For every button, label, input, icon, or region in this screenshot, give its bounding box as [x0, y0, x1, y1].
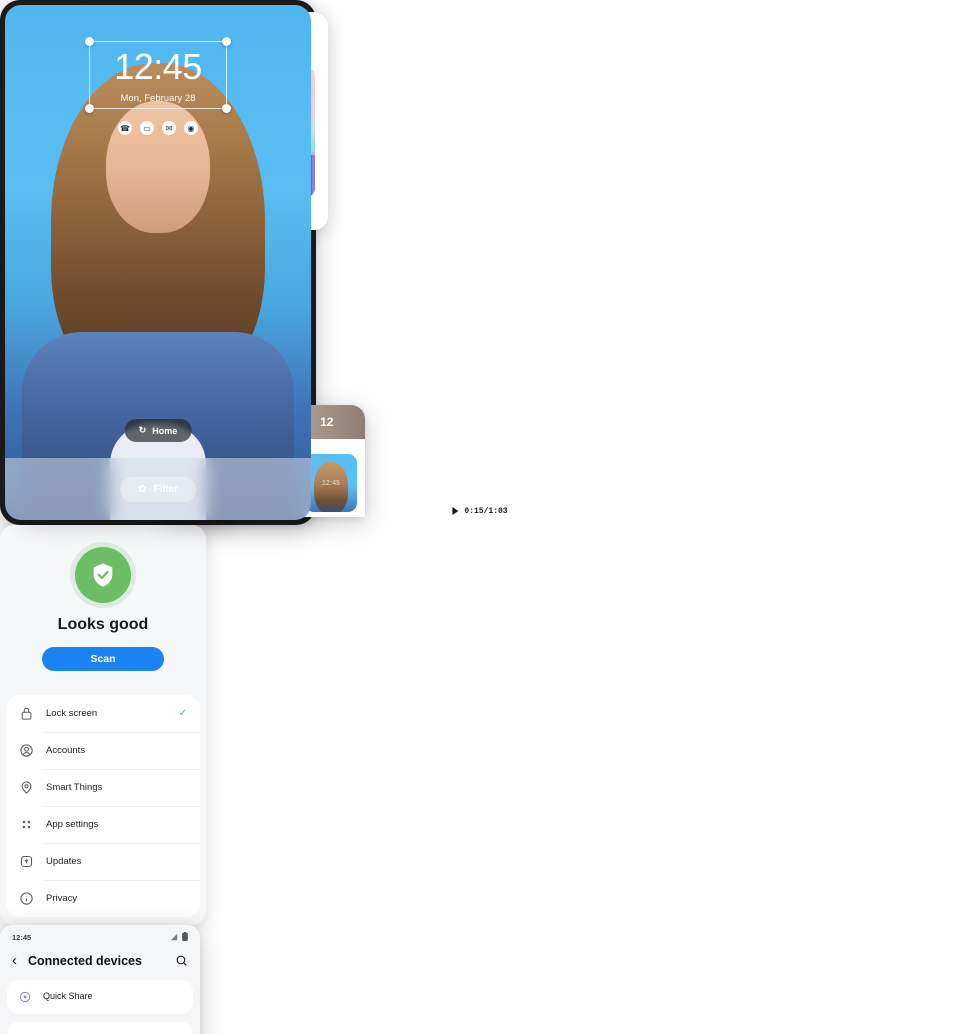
- status-bar-icons: [170, 932, 188, 943]
- signal-icon: [170, 933, 178, 943]
- settings-row-label: Accounts: [46, 745, 86, 756]
- settings-row-updates[interactable]: Updates: [6, 843, 200, 880]
- security-status-hero: Looks good Scan: [0, 525, 206, 689]
- lockscreen-date: Mon, February 28: [120, 93, 196, 104]
- settings-row-smart-things[interactable]: Smart Things: [6, 769, 200, 806]
- row-auto-switch-buds[interactable]: Auto switch Buds: [7, 1022, 193, 1034]
- location-icon: [19, 780, 34, 795]
- row-label: Quick Share: [43, 991, 93, 1002]
- settings-row-label: Lock screen: [46, 708, 98, 719]
- settings-row-label: Updates: [46, 856, 82, 867]
- clock-style-5[interactable]: 12: [320, 415, 333, 429]
- status-bar-time: 12:45: [12, 933, 32, 942]
- check-icon: ✓: [178, 708, 187, 719]
- composite-stage: Featured ✓ 1 item: [0, 0, 960, 1034]
- clock-selection-box[interactable]: 12:45 Mon, February 28: [85, 37, 231, 113]
- row-quick-share[interactable]: Quick Share: [7, 980, 193, 1014]
- privacy-icon: [19, 891, 34, 906]
- lockscreen-notification-icons: ☎ ▭ ✉ ◉: [89, 121, 227, 135]
- main-phone-device: 12:45 Mon, February 28 ☎ ▭ ✉ ◉ ↻ Home ✿ …: [0, 0, 316, 525]
- filter-label: Filter: [153, 483, 178, 495]
- settings-row-label: Privacy: [46, 893, 78, 904]
- settings-row-app-settings[interactable]: App settings: [6, 806, 200, 843]
- battery-icon: [182, 932, 188, 943]
- lock-icon: [19, 706, 34, 721]
- settings-row-label: Smart Things: [46, 782, 103, 793]
- resize-handle-top-right[interactable]: [222, 37, 231, 46]
- refresh-icon: ↻: [138, 425, 147, 435]
- status-bar: 12:45: [0, 925, 200, 945]
- search-icon[interactable]: [175, 954, 188, 967]
- settings-row-privacy[interactable]: Privacy: [6, 880, 200, 917]
- security-status-title: Looks good: [57, 616, 149, 633]
- account-icon: [19, 743, 34, 758]
- home-pill-label: Home: [152, 425, 178, 436]
- connected-group-devices: Auto switch Buds Call & text on other de…: [7, 1022, 193, 1034]
- security-section-label: Security: [0, 917, 206, 925]
- filter-toolbar: ✿ Filter: [5, 458, 311, 520]
- lockscreen-time: 12:45: [114, 46, 202, 87]
- settings-row-accounts[interactable]: Accounts: [6, 732, 200, 769]
- resize-handle-top-left[interactable]: [85, 37, 94, 46]
- buds-icon: [18, 1032, 32, 1034]
- preview-label: 12:45: [322, 479, 340, 487]
- security-settings-list: Lock screen ✓ Accounts Smart Things App …: [6, 695, 200, 917]
- clock-preview-faint[interactable]: 12:45: [305, 454, 357, 512]
- home-toggle-pill[interactable]: ↻ Home: [124, 419, 192, 442]
- connected-devices-panel: 12:45 ‹ Connected devices Quick Share Au…: [0, 925, 200, 1034]
- resize-handle-bottom-right[interactable]: [222, 104, 231, 113]
- connected-group-quick-share: Quick Share: [7, 980, 193, 1014]
- connected-devices-title: Connected devices: [28, 953, 142, 968]
- filter-icon: ✿: [138, 483, 147, 495]
- settings-row-lock-screen[interactable]: Lock screen ✓: [6, 695, 200, 732]
- resize-handle-bottom-left[interactable]: [85, 104, 94, 113]
- message-icon[interactable]: ▭: [140, 121, 154, 135]
- phone-lockscreen: 12:45 Mon, February 28 ☎ ▭ ✉ ◉ ↻ Home ✿ …: [5, 5, 311, 520]
- row-label: Auto switch Buds: [43, 1033, 112, 1034]
- phone-icon[interactable]: ☎: [118, 121, 132, 135]
- shield-check-icon: [75, 547, 131, 603]
- quick-share-icon: [18, 990, 32, 1004]
- settings-row-label: App settings: [46, 819, 99, 830]
- update-icon: [19, 854, 34, 869]
- clock-widget[interactable]: 12:45 Mon, February 28 ☎ ▭ ✉ ◉: [85, 37, 231, 135]
- back-icon[interactable]: ‹: [12, 953, 17, 968]
- mail-icon[interactable]: ✉: [162, 121, 176, 135]
- scan-button[interactable]: Scan: [42, 647, 164, 671]
- app-icon[interactable]: ◉: [184, 121, 198, 135]
- security-settings-panel: Looks good Scan Lock screen ✓ Accounts S…: [0, 525, 206, 925]
- apps-icon: [19, 817, 34, 832]
- connected-devices-header: ‹ Connected devices: [0, 945, 200, 980]
- filter-button[interactable]: ✿ Filter: [120, 476, 196, 502]
